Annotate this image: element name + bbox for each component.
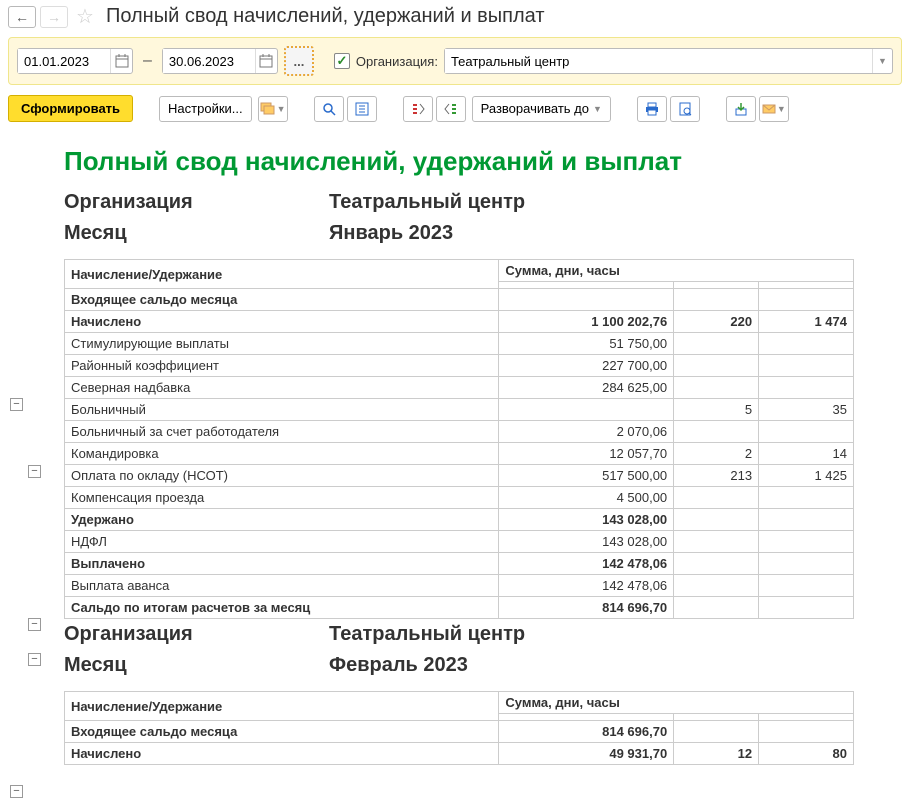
table-row[interactable]: Стимулирующие выплаты51 750,00 [65, 333, 854, 355]
table-row[interactable]: Сальдо по итогам расчетов за месяц814 69… [65, 597, 854, 619]
tree-toggle[interactable]: − [10, 785, 23, 798]
section-month-row: МесяцЯнварь 2023 [64, 218, 902, 249]
submit-button[interactable]: Сформировать [8, 95, 133, 122]
table-row[interactable]: Компенсация проезда4 500,00 [65, 487, 854, 509]
org-filter-checkbox[interactable]: ✓ Организация: [334, 53, 438, 69]
table-row[interactable]: Оплата по окладу (НСОТ)517 500,002131 42… [65, 465, 854, 487]
org-label: Организация: [356, 54, 438, 69]
check-icon: ✓ [334, 53, 350, 69]
collapse-level-button[interactable] [403, 96, 433, 122]
table-row[interactable]: Входящее сальдо месяца814 696,70 [65, 721, 854, 743]
table-row[interactable]: Районный коэффициент227 700,00 [65, 355, 854, 377]
expand-to-button[interactable]: Разворачивать до ▼ [472, 96, 611, 122]
table-row[interactable]: Командировка12 057,70214 [65, 443, 854, 465]
page-title: Полный свод начислений, удержаний и выпл… [106, 5, 545, 28]
nav-forward-button[interactable]: → [40, 6, 68, 28]
table-row[interactable]: Выплачено142 478,06 [65, 553, 854, 575]
date-to-field[interactable] [162, 48, 278, 74]
date-range-dash: – [139, 52, 156, 70]
section-month-row: МесяцФевраль 2023 [64, 650, 902, 681]
section-org-row: ОрганизацияТеатральный центр [64, 619, 902, 650]
print-preview-button[interactable] [670, 96, 700, 122]
expand-level-button[interactable] [436, 96, 466, 122]
date-to-calendar-icon[interactable] [255, 49, 277, 73]
table-row[interactable]: Выплата аванса142 478,06 [65, 575, 854, 597]
nav-back-button[interactable]: ← [8, 6, 36, 28]
print-button[interactable] [637, 96, 667, 122]
send-button[interactable]: ▼ [759, 96, 789, 122]
date-from-calendar-icon[interactable] [110, 49, 132, 73]
table-row[interactable]: Начислено49 931,701280 [65, 743, 854, 765]
org-input[interactable] [445, 49, 872, 73]
find-button[interactable] [314, 96, 344, 122]
toolbar: Сформировать Настройки... ▼ Разворачиват… [0, 89, 910, 132]
date-to-input[interactable] [163, 49, 255, 73]
data-table: Начисление/УдержаниеСумма, дни, часыВход… [64, 691, 854, 765]
table-row[interactable]: Входящее сальдо месяца [65, 289, 854, 311]
table-row[interactable]: НДФЛ143 028,00 [65, 531, 854, 553]
tree-toggle[interactable]: − [28, 465, 41, 478]
tree-toggle[interactable]: − [10, 398, 23, 411]
report-title: Полный свод начислений, удержаний и выпл… [64, 132, 902, 187]
org-dropdown-icon[interactable]: ▼ [872, 49, 892, 73]
table-row[interactable]: Больничный535 [65, 399, 854, 421]
table-row[interactable]: Удержано143 028,00 [65, 509, 854, 531]
table-row[interactable]: Больничный за счет работодателя2 070,06 [65, 421, 854, 443]
tree-toggle[interactable]: − [28, 618, 41, 631]
section-org-row: ОрганизацияТеатральный центр [64, 187, 902, 218]
expand-groups-button[interactable] [347, 96, 377, 122]
table-row[interactable]: Северная надбавка284 625,00 [65, 377, 854, 399]
favorite-star-icon[interactable]: ☆ [76, 4, 94, 29]
period-select-button[interactable]: ... [284, 46, 314, 76]
org-select[interactable]: ▼ [444, 48, 893, 74]
date-from-input[interactable] [18, 49, 110, 73]
report-area: − − − − − Полный свод начислений, удержа… [0, 132, 910, 773]
tree-toggle[interactable]: − [28, 653, 41, 666]
params-bar: – ... ✓ Организация: ▼ [8, 37, 902, 85]
save-button[interactable] [726, 96, 756, 122]
titlebar: ← → ☆ Полный свод начислений, удержаний … [0, 0, 910, 33]
date-from-field[interactable] [17, 48, 133, 74]
data-table: Начисление/УдержаниеСумма, дни, часыВход… [64, 259, 854, 619]
settings-button[interactable]: Настройки... [159, 96, 252, 122]
table-row[interactable]: Начислено1 100 202,762201 474 [65, 311, 854, 333]
settings-variants-button[interactable]: ▼ [258, 96, 288, 122]
